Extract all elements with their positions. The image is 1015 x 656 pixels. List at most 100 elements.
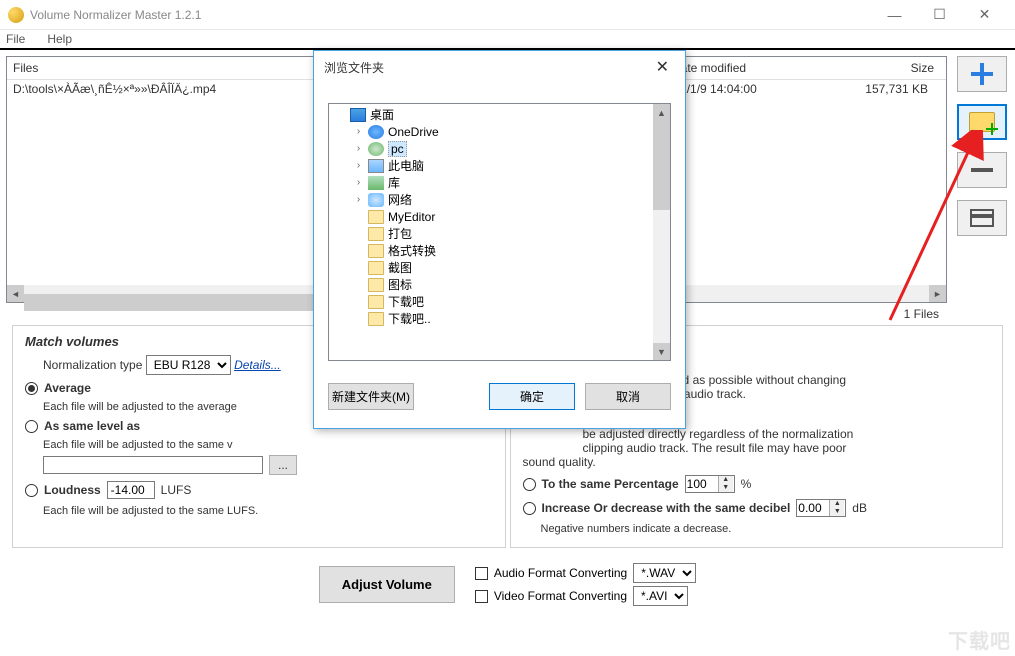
adjust-desc1: be adjusted directly regardless of the n… (523, 427, 991, 441)
percent-radio-row[interactable]: To the same Percentage ▲▼ % (523, 475, 991, 493)
clear-button[interactable] (957, 200, 1007, 236)
tree-item[interactable]: 下载吧.. (329, 310, 653, 327)
decibel-note: Negative numbers indicate a decrease. (541, 523, 991, 535)
same-level-desc: Each file will be adjusted to the same v (43, 439, 493, 451)
file-size: 157,731 KB (840, 82, 940, 96)
percent-radio[interactable] (523, 478, 536, 491)
clear-icon (970, 209, 994, 227)
audio-format-row: Audio Format Converting *.WAV (475, 563, 696, 583)
same-level-label: As same level as (44, 419, 140, 433)
remove-button[interactable] (957, 152, 1007, 188)
tree-item[interactable]: 桌面 (329, 106, 653, 123)
decibel-radio-row[interactable]: Increase Or decrease with the same decib… (523, 499, 991, 517)
tree-item-label: 库 (388, 174, 400, 191)
folder-icon (368, 210, 384, 224)
tree-item[interactable]: › pc (329, 140, 653, 157)
tree-item[interactable]: ›此电脑 (329, 157, 653, 174)
ok-button[interactable]: 确定 (489, 383, 575, 410)
audio-format-checkbox[interactable] (475, 567, 488, 580)
expand-icon[interactable]: › (353, 126, 364, 137)
maximize-button[interactable]: ☐ (917, 1, 962, 29)
decibel-radio[interactable] (523, 502, 536, 515)
same-level-radio[interactable] (25, 420, 38, 433)
folder-plus-icon (969, 112, 995, 132)
minus-icon (971, 168, 993, 172)
net-icon (368, 193, 384, 207)
adjust-volume-button[interactable]: Adjust Volume (319, 566, 455, 603)
scroll-right-icon[interactable]: ► (929, 285, 946, 302)
percent-stepper[interactable]: ▲▼ (685, 475, 735, 493)
folder-icon (368, 244, 384, 258)
menu-file[interactable]: File (6, 32, 25, 46)
pc-icon (368, 159, 384, 173)
tree-item[interactable]: › OneDrive (329, 123, 653, 140)
norm-type-select[interactable]: EBU R128 (146, 355, 231, 375)
scroll-left-icon[interactable]: ◄ (7, 285, 24, 302)
norm-type-label: Normalization type (43, 358, 142, 372)
tree-item-label: pc (388, 141, 407, 157)
tree-item[interactable]: MyEditor (329, 208, 653, 225)
tree-item[interactable]: 截图 (329, 259, 653, 276)
expand-icon[interactable]: › (353, 160, 364, 171)
video-format-label: Video Format Converting (494, 589, 627, 603)
tree-item[interactable]: 打包 (329, 225, 653, 242)
folder-tree[interactable]: 桌面›OneDrive›pc›此电脑›库›网络MyEditor打包格式转换截图图… (329, 104, 653, 360)
average-label: Average (44, 381, 91, 395)
menu-help[interactable]: Help (47, 32, 72, 46)
loudness-radio[interactable] (25, 484, 38, 497)
expand-icon[interactable]: › (353, 143, 364, 154)
audio-format-label: Audio Format Converting (494, 566, 627, 580)
minimize-button[interactable]: — (872, 1, 917, 29)
average-radio[interactable] (25, 382, 38, 395)
new-folder-button[interactable]: 新建文件夹(M) (328, 383, 414, 410)
norm-details-link[interactable]: Details... (234, 358, 281, 372)
audio-format-select[interactable]: *.WAV (633, 563, 696, 583)
video-format-select[interactable]: *.AVI (633, 586, 688, 606)
cloud-icon (368, 125, 384, 139)
tree-item[interactable]: 下载吧 (329, 293, 653, 310)
folder-icon (368, 261, 384, 275)
percent-label: To the same Percentage (542, 477, 679, 491)
scroll-up-icon[interactable]: ▲ (653, 104, 670, 121)
cancel-button[interactable]: 取消 (585, 383, 671, 410)
bottom-bar: Adjust Volume Audio Format Converting *.… (6, 554, 1009, 615)
plus-icon (971, 63, 993, 85)
dialog-close-icon[interactable]: ✕ (650, 55, 675, 79)
dialog-title: 浏览文件夹 (324, 59, 650, 76)
folder-tree-container: 桌面›OneDrive›pc›此电脑›库›网络MyEditor打包格式转换截图图… (328, 103, 671, 361)
video-format-checkbox[interactable] (475, 590, 488, 603)
col-size[interactable]: Size (846, 57, 946, 79)
lib-icon (368, 176, 384, 190)
browse-button[interactable]: ... (269, 455, 297, 475)
loudness-unit: LUFS (161, 483, 192, 497)
scroll-thumb[interactable] (653, 121, 670, 210)
scroll-down-icon[interactable]: ▼ (653, 343, 670, 360)
adjust-desc3: sound quality. (523, 455, 991, 469)
same-level-path-input[interactable] (43, 456, 263, 474)
adjust-desc2: clipping audio track. The result file ma… (523, 441, 991, 455)
tree-item[interactable]: 图标 (329, 276, 653, 293)
decibel-input[interactable] (797, 500, 829, 516)
decibel-label: Increase Or decrease with the same decib… (542, 501, 791, 515)
tree-item[interactable]: ›库 (329, 174, 653, 191)
close-button[interactable]: ✕ (962, 1, 1007, 29)
dialog-titlebar[interactable]: 浏览文件夹 ✕ (314, 51, 685, 83)
tree-item-label: 格式转换 (388, 242, 436, 259)
loudness-input[interactable] (107, 481, 155, 499)
tree-item-label: MyEditor (388, 210, 435, 224)
folder-icon (368, 227, 384, 241)
decibel-stepper[interactable]: ▲▼ (796, 499, 846, 517)
col-date[interactable]: Date modified (666, 57, 846, 79)
loudness-radio-row[interactable]: Loudness LUFS (25, 481, 493, 499)
side-toolbar (957, 56, 1007, 236)
expand-icon[interactable]: › (353, 194, 364, 205)
percent-input[interactable] (686, 476, 718, 492)
tree-item[interactable]: 格式转换 (329, 242, 653, 259)
tree-item-label: OneDrive (388, 125, 439, 139)
add-folder-button[interactable] (957, 104, 1007, 140)
expand-icon[interactable]: › (353, 177, 364, 188)
tree-item[interactable]: ›网络 (329, 191, 653, 208)
vertical-scrollbar[interactable]: ▲ ▼ (653, 104, 670, 360)
add-file-button[interactable] (957, 56, 1007, 92)
menubar: File Help (0, 30, 1015, 50)
